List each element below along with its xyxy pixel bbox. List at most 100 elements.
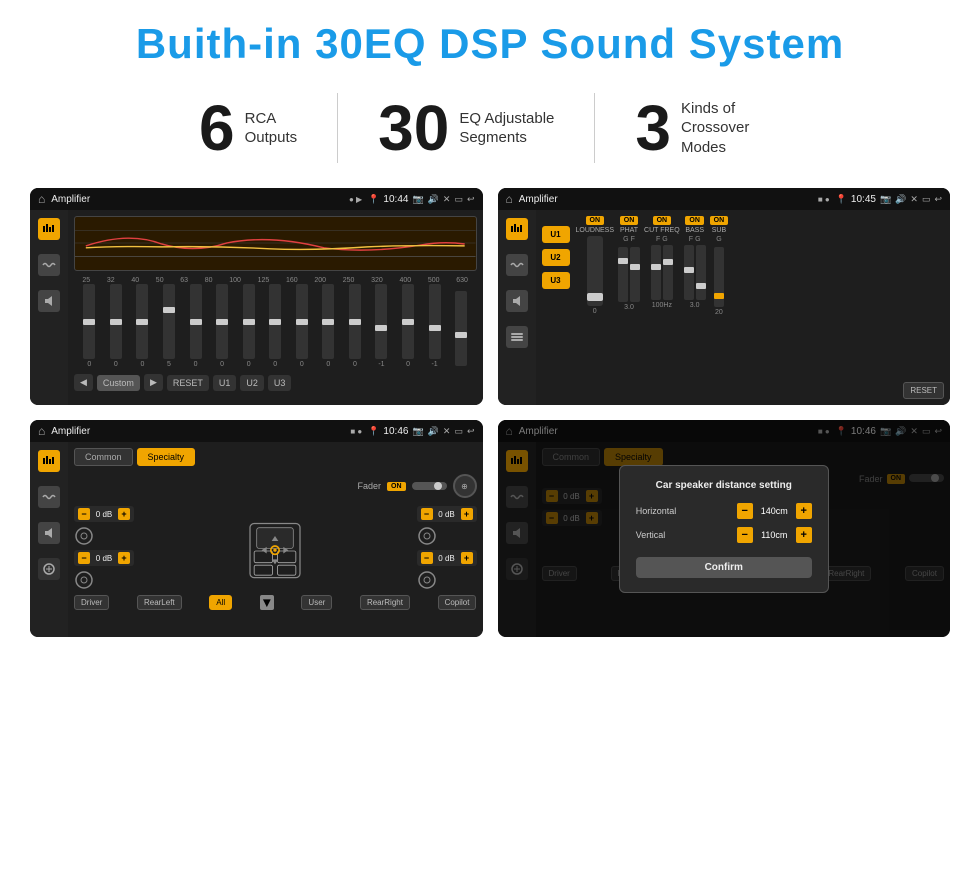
confirm-button[interactable]: Confirm — [636, 557, 812, 578]
screen2-body: U1 U2 U3 ON LOUDNESS 0 — [498, 210, 951, 405]
location-icon-3: 📍 — [368, 426, 379, 437]
eq-custom-btn[interactable]: Custom — [97, 375, 140, 391]
vertical-plus-btn[interactable]: + — [796, 527, 812, 543]
eq-slider-1[interactable]: 0 — [83, 284, 95, 368]
screen2-sidebar-wave[interactable] — [506, 254, 528, 276]
eq-prev-btn[interactable]: ◀ — [74, 374, 93, 391]
eq-sliders: 0 0 0 5 — [74, 288, 477, 368]
dot-icon-2: ■ ● — [818, 195, 830, 204]
screen3-sidebar-vol[interactable] — [38, 522, 60, 544]
amp-u3-btn[interactable]: U3 — [542, 272, 570, 289]
eq-u3-btn[interactable]: U3 — [268, 375, 292, 391]
all-btn[interactable]: All — [209, 595, 232, 610]
rearleft-btn[interactable]: RearLeft — [137, 595, 182, 610]
amp-u1-btn[interactable]: U1 — [542, 226, 570, 243]
phat-slider-f[interactable] — [630, 247, 640, 302]
sub-slider[interactable] — [714, 247, 724, 307]
bass-on[interactable]: ON — [685, 216, 704, 225]
tab-specialty[interactable]: Specialty — [137, 448, 196, 466]
db-plus-4[interactable]: + — [461, 552, 473, 564]
eq-slider-8[interactable]: 0 — [269, 284, 281, 368]
speaker-left-icon2 — [74, 570, 94, 590]
screen3-sidebar-expand[interactable] — [38, 558, 60, 580]
cutfreq-on[interactable]: ON — [653, 216, 672, 225]
horizontal-plus-btn[interactable]: + — [796, 503, 812, 519]
speaker-right-controls: − 0 dB + − 0 dB + — [417, 506, 477, 590]
screen2-sidebar-eq[interactable] — [506, 218, 528, 240]
screen3-sidebar-wave[interactable] — [38, 486, 60, 508]
eq-slider-6[interactable]: 0 — [216, 284, 228, 368]
home-icon-3[interactable]: ⌂ — [38, 424, 45, 438]
eq-slider-5[interactable]: 0 — [190, 284, 202, 368]
eq-slider-13[interactable]: 0 — [402, 284, 414, 368]
status-time-3: 10:46 — [383, 426, 408, 437]
eq-u2-btn[interactable]: U2 — [240, 375, 264, 391]
eq-slider-7[interactable]: 0 — [243, 284, 255, 368]
copilot-btn[interactable]: Copilot — [438, 595, 477, 610]
eq-freq-labels: 25 32 40 50 63 80 100 125 160 200 250 32… — [74, 277, 477, 284]
amp-u2-btn[interactable]: U2 — [542, 249, 570, 266]
phat-slider-g[interactable] — [618, 247, 628, 302]
sidebar-eq-icon[interactable] — [38, 218, 60, 240]
eq-u1-btn[interactable]: U1 — [213, 375, 237, 391]
db-minus-1[interactable]: − — [78, 508, 90, 520]
tab-common[interactable]: Common — [74, 448, 133, 466]
bass-slider2[interactable] — [696, 245, 706, 300]
rearright-btn[interactable]: RearRight — [360, 595, 410, 610]
amp-reset-btn[interactable]: RESET — [903, 382, 944, 399]
user-btn[interactable]: User — [301, 595, 332, 610]
db-plus-2[interactable]: + — [118, 552, 130, 564]
eq-slider-4[interactable]: 5 — [163, 284, 175, 368]
camera-icon-2: 📷 — [880, 194, 891, 205]
eq-slider-11[interactable]: 0 — [349, 284, 361, 368]
stat-crossover: 3 Kinds of Crossover Modes — [595, 96, 821, 160]
sidebar-vol-icon[interactable] — [38, 290, 60, 312]
fader-on-badge[interactable]: ON — [387, 482, 406, 491]
eq-slider-12[interactable]: -1 — [375, 284, 387, 368]
home-icon-1[interactable]: ⌂ — [38, 192, 45, 206]
loudness-on[interactable]: ON — [586, 216, 605, 225]
cutfreq-slider2[interactable] — [663, 245, 673, 300]
home-icon-2[interactable]: ⌂ — [506, 192, 513, 206]
screen2-sidebar-extra[interactable] — [506, 326, 528, 348]
eq-slider-2[interactable]: 0 — [110, 284, 122, 368]
eq-slider-14[interactable]: -1 — [429, 284, 441, 368]
cutfreq-slider1[interactable] — [651, 245, 661, 300]
fader-slider[interactable] — [412, 482, 447, 490]
eq-slider-9[interactable]: 0 — [296, 284, 308, 368]
phat-on[interactable]: ON — [620, 216, 639, 225]
common-content: Common Specialty Fader ON ⊕ — [68, 442, 483, 637]
bass-slider1[interactable] — [684, 245, 694, 300]
back-icon-2[interactable]: ↩ — [934, 194, 942, 205]
db-plus-1[interactable]: + — [118, 508, 130, 520]
battery-icon-1: ▭ — [454, 194, 463, 205]
horizontal-value: 140cm — [757, 506, 792, 516]
db-plus-3[interactable]: + — [461, 508, 473, 520]
eq-slider-3[interactable]: 0 — [136, 284, 148, 368]
screen-common: ⌂ Amplifier ■ ● 📍 10:46 📷 🔊 ✕ ▭ ↩ — [30, 420, 483, 637]
fader-knob[interactable]: ⊕ — [453, 474, 477, 498]
eq-slider-10[interactable]: 0 — [322, 284, 334, 368]
db-minus-3[interactable]: − — [421, 508, 433, 520]
eq-reset-btn[interactable]: RESET — [167, 375, 209, 391]
back-icon-1[interactable]: ↩ — [467, 194, 475, 205]
location-icon-2: 📍 — [836, 194, 847, 205]
eq-play-btn[interactable]: ▶ — [144, 374, 163, 391]
back-icon-3[interactable]: ↩ — [467, 426, 475, 437]
cutfreq-label: CUT FREQ — [644, 227, 680, 234]
channel-bass: ON BASS FG 3.0 — [684, 216, 706, 399]
speaker-icon-row-left — [74, 526, 134, 546]
db-minus-4[interactable]: − — [421, 552, 433, 564]
down-arrow-btn[interactable]: ▼ — [260, 595, 274, 610]
loudness-slider[interactable] — [587, 236, 603, 306]
screen2-sidebar-vol[interactable] — [506, 290, 528, 312]
driver-btn[interactable]: Driver — [74, 595, 109, 610]
eq-slider-15[interactable] — [455, 291, 467, 368]
sub-on[interactable]: ON — [710, 216, 729, 225]
speaker-left-controls: − 0 dB + − 0 dB + — [74, 506, 134, 590]
screen3-sidebar-eq[interactable] — [38, 450, 60, 472]
db-minus-2[interactable]: − — [78, 552, 90, 564]
vertical-minus-btn[interactable]: − — [737, 527, 753, 543]
horizontal-minus-btn[interactable]: − — [737, 503, 753, 519]
sidebar-wave-icon[interactable] — [38, 254, 60, 276]
